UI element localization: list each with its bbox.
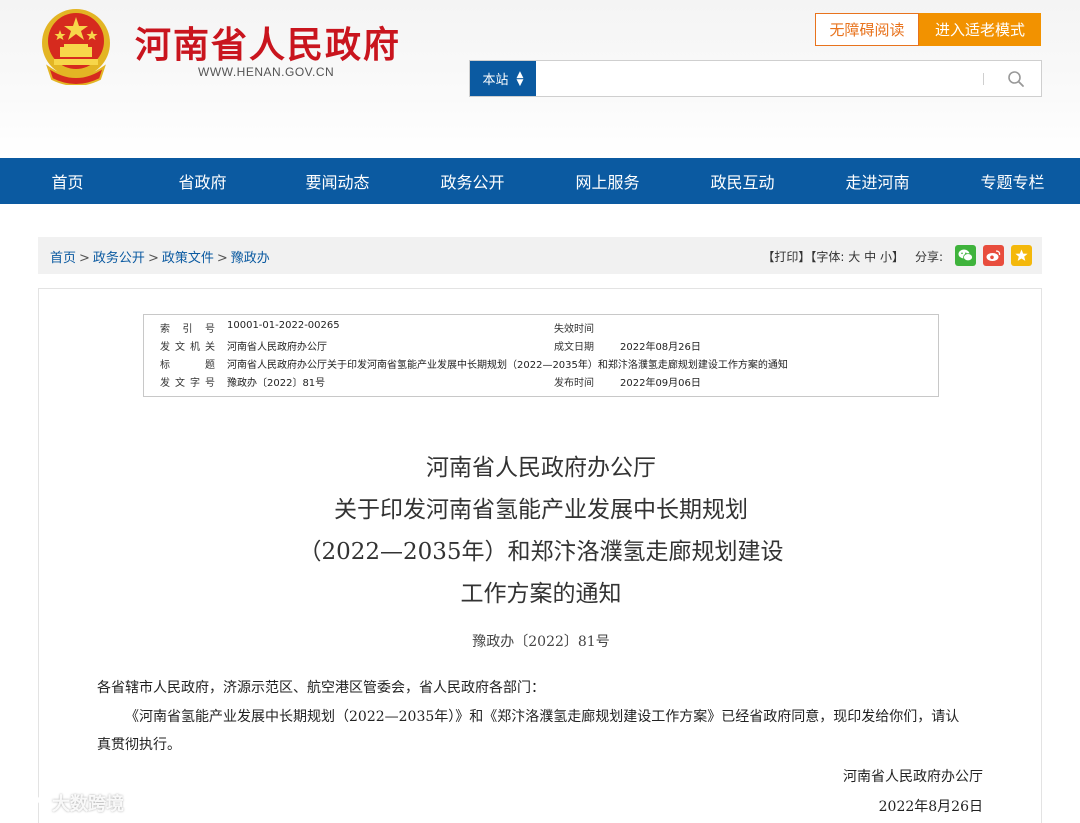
- meta-row: 标 题 河南省人民政府办公厅关于印发河南省氢能产业发展中长期规划（2022—20…: [144, 356, 938, 374]
- share-favorite-button[interactable]: [1011, 245, 1032, 266]
- updown-arrow-icon: ▲ ▼: [516, 69, 524, 88]
- breadcrumb-separator: >: [147, 251, 159, 266]
- site-url: WWW.HENAN.GOV.CN: [198, 65, 335, 79]
- search-scope-select[interactable]: 本站 ▲ ▼: [470, 61, 536, 96]
- nav-item-province-gov[interactable]: 省政府: [135, 158, 270, 204]
- document-signer: 河南省人民政府办公厅: [843, 769, 983, 785]
- breadcrumb: 首页 > 政务公开 > 政策文件 > 豫政办: [50, 247, 270, 266]
- article-content: 索 引 号 10001-01-2022-00265 失效时间 发文机关 河南省人…: [38, 288, 1042, 823]
- document-metadata-table: 索 引 号 10001-01-2022-00265 失效时间 发文机关 河南省人…: [143, 314, 939, 397]
- document-title-line: （2022—2035年）和郑汴洛濮氢走廊规划建设: [298, 539, 784, 565]
- meta-value: 2022年08月26日: [620, 342, 701, 353]
- watermark-logo-icon: [11, 794, 48, 812]
- meta-row: 发文字号 豫政办〔2022〕81号 发布时间 2022年09月06日: [144, 374, 938, 392]
- meta-value: 河南省人民政府办公厅: [227, 342, 327, 353]
- document-title-line: 河南省人民政府办公厅: [426, 455, 656, 481]
- meta-value: 2022年09月06日: [620, 378, 701, 389]
- nav-item-topics[interactable]: 专题专栏: [945, 158, 1080, 204]
- document-number: 豫政办〔2022〕81号: [472, 634, 610, 650]
- watermark: 大数跨境: [10, 790, 124, 816]
- share-weibo-button[interactable]: [983, 245, 1004, 266]
- meta-label: 标 题: [160, 360, 215, 371]
- document-paragraph: 《河南省氢能产业发展中长期规划（2022—2035年）》和《郑汴洛濮氢走廊规划建…: [97, 709, 960, 753]
- share-wechat-button[interactable]: [955, 245, 976, 266]
- site-header: 河南省人民政府 WWW.HENAN.GOV.CN 无障碍阅读 进入适老模式 本站…: [0, 0, 1080, 158]
- document-title-line: 关于印发河南省氢能产业发展中长期规划: [334, 497, 748, 523]
- meta-row: 索 引 号 10001-01-2022-00265 失效时间: [144, 320, 938, 338]
- breadcrumb-separator: >: [216, 251, 228, 266]
- meta-label: 发布时间: [554, 378, 594, 389]
- meta-label: 索 引 号: [160, 324, 215, 335]
- document-salutation: 各省辖市人民政府，济源示范区、航空港区管委会，省人民政府各部门：: [97, 680, 545, 696]
- wechat-icon: [958, 249, 973, 262]
- national-emblem-icon[interactable]: [38, 7, 114, 85]
- weibo-icon: [986, 250, 1001, 261]
- search-bar: 本站 ▲ ▼: [469, 60, 1042, 97]
- document-title: 河南省人民政府办公厅 关于印发河南省氢能产业发展中长期规划 （2022—2035…: [39, 447, 1043, 615]
- main-nav: 首页 省政府 要闻动态 政务公开 网上服务 政民互动 走进河南 专题专栏: [0, 158, 1080, 204]
- print-button[interactable]: 【打印】: [762, 250, 810, 264]
- font-medium-button[interactable]: 中: [864, 250, 876, 264]
- breadcrumb-policy-docs[interactable]: 政策文件: [162, 251, 214, 266]
- nav-item-home[interactable]: 首页: [0, 158, 135, 204]
- font-small-button[interactable]: 小: [880, 250, 892, 264]
- search-icon[interactable]: [1006, 69, 1026, 89]
- nav-item-online-services[interactable]: 网上服务: [540, 158, 675, 204]
- document-sign-date: 2022年8月26日: [878, 799, 983, 815]
- breadcrumb-yuzhengban[interactable]: 豫政办: [231, 251, 270, 266]
- meta-value: 河南省人民政府办公厅关于印发河南省氢能产业发展中长期规划（2022—2035年）…: [227, 360, 788, 371]
- font-size-prefix: 【字体:: [810, 250, 845, 264]
- breadcrumb-separator: >: [79, 251, 90, 266]
- nav-item-about-henan[interactable]: 走进河南: [810, 158, 945, 204]
- elder-mode-button[interactable]: 进入适老模式: [919, 13, 1041, 46]
- search-input[interactable]: [540, 65, 960, 92]
- font-size-suffix: 】: [891, 250, 904, 264]
- font-large-button[interactable]: 大: [848, 250, 860, 264]
- meta-value: 豫政办〔2022〕81号: [227, 378, 326, 389]
- nav-item-news[interactable]: 要闻动态: [270, 158, 405, 204]
- watermark-text: 大数跨境: [52, 794, 124, 815]
- share-label: 分享:: [915, 250, 944, 264]
- search-scope-label: 本站: [482, 73, 509, 88]
- site-title[interactable]: 河南省人民政府: [135, 16, 401, 68]
- meta-label: 发文字号: [160, 378, 215, 389]
- document-title-line: 工作方案的通知: [460, 581, 622, 607]
- meta-label: 发文机关: [160, 342, 215, 353]
- meta-label: 成文日期: [554, 342, 594, 353]
- breadcrumb-bar: 首页 > 政务公开 > 政策文件 > 豫政办 【打印】【字体: 大 中 小】 分享:: [38, 237, 1042, 274]
- nav-item-gov-affairs[interactable]: 政务公开: [405, 158, 540, 204]
- accessibility-button[interactable]: 无障碍阅读: [815, 13, 919, 46]
- star-icon: [1015, 249, 1028, 261]
- nav-item-interaction[interactable]: 政民互动: [675, 158, 810, 204]
- meta-value: 10001-01-2022-00265: [227, 320, 340, 331]
- meta-row: 发文机关 河南省人民政府办公厅 成文日期 2022年08月26日: [144, 338, 938, 356]
- article-tools: 【打印】【字体: 大 中 小】: [762, 248, 904, 265]
- meta-label: 失效时间: [554, 324, 594, 335]
- breadcrumb-home[interactable]: 首页: [50, 251, 76, 266]
- breadcrumb-gov-affairs[interactable]: 政务公开: [93, 251, 145, 266]
- search-divider: [983, 73, 984, 85]
